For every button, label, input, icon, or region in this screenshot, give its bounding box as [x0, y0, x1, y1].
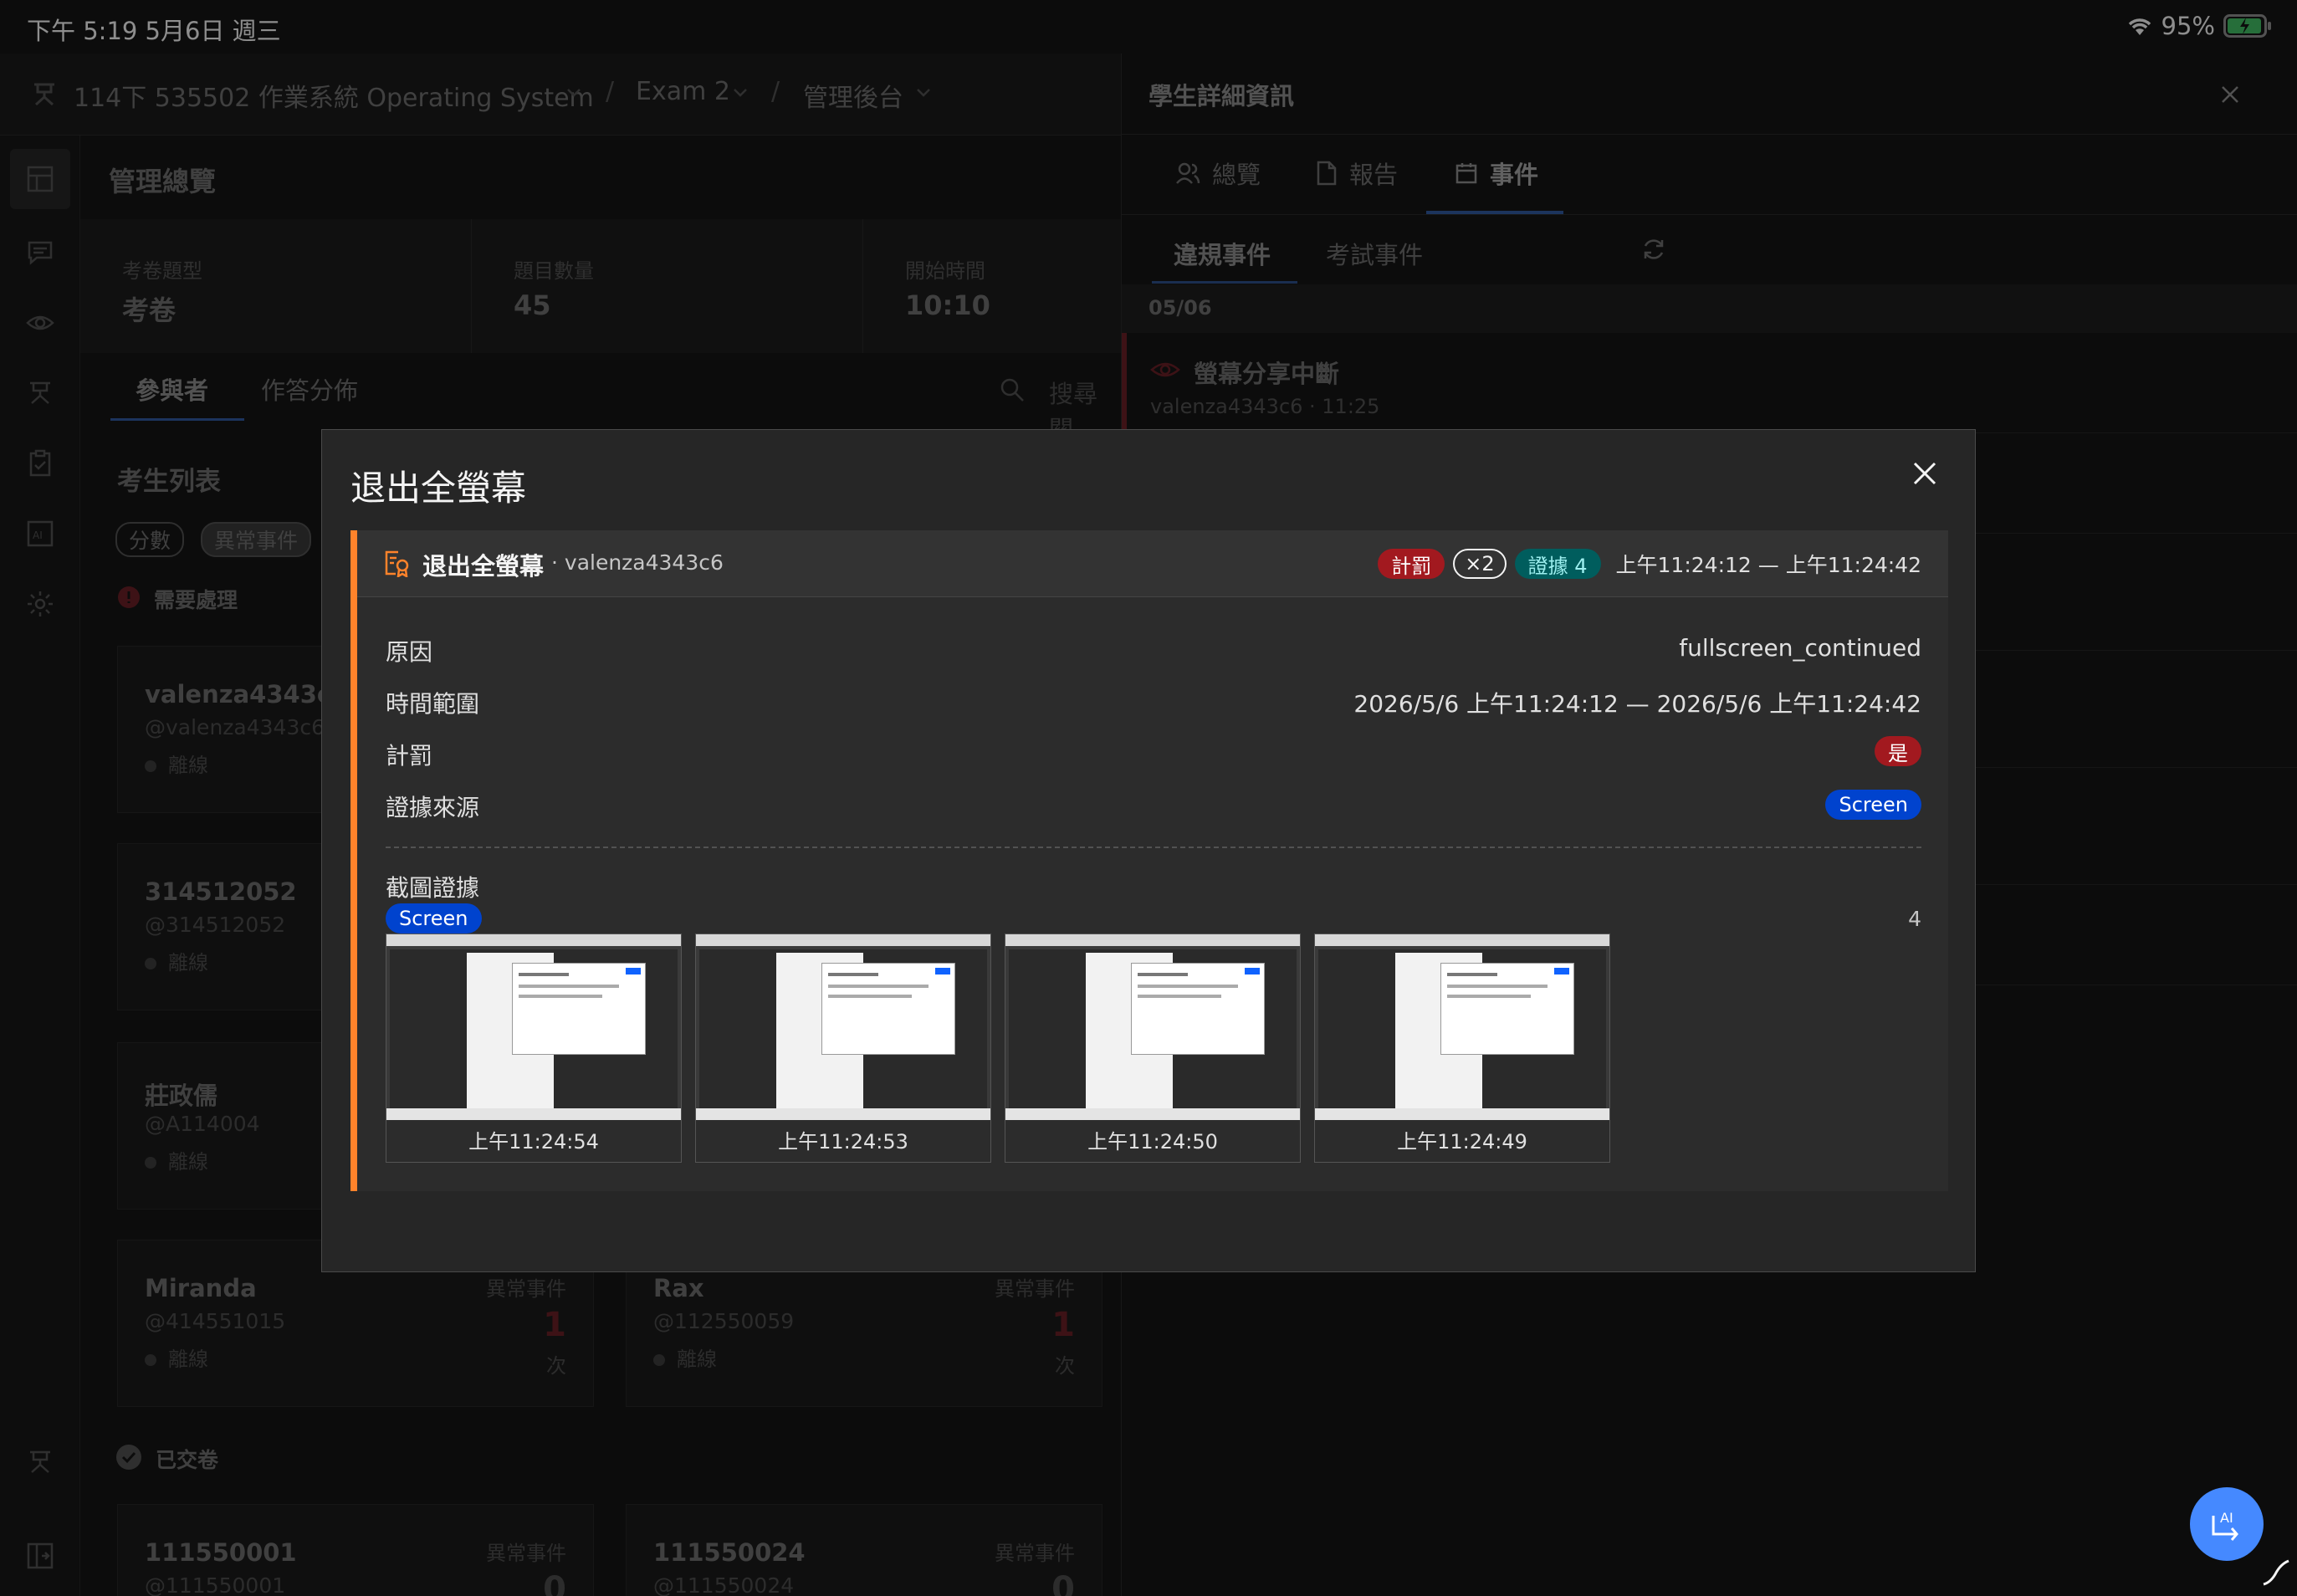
- close-icon[interactable]: [1908, 457, 1941, 490]
- screenshot-thumbnail[interactable]: 上午11:24:50: [1005, 934, 1301, 1163]
- time-range-value: 2026/5/6 上午11:24:12 — 2026/5/6 上午11:24:4…: [1353, 690, 1921, 718]
- event-title: 退出全螢幕: [422, 552, 545, 581]
- event-time-range: 上午11:24:12 — 上午11:24:42: [1615, 553, 1921, 577]
- event-user: · valenza4343c6: [551, 550, 724, 575]
- screenshot-thumbnail[interactable]: 上午11:24:54: [386, 934, 682, 1163]
- screenshots-label: 截圖證據: [386, 874, 480, 902]
- ai-assistant-button[interactable]: AI: [2190, 1487, 2264, 1561]
- event-card: 退出全螢幕 · valenza4343c6 計罰 ×2 證據 4 上午11:24…: [350, 530, 1948, 1191]
- divider: [386, 847, 1921, 848]
- count-tag: ×2: [1453, 549, 1507, 579]
- screenshot-image: [1315, 934, 1609, 1120]
- ai-assistant-icon: AI: [2212, 1510, 2238, 1541]
- screenshot-time: 上午11:24:54: [468, 1130, 599, 1154]
- reason-value: fullscreen_continued: [1679, 634, 1921, 662]
- svg-text:AI: AI: [2220, 1510, 2233, 1526]
- event-card-header: 退出全螢幕 · valenza4343c6 計罰 ×2 證據 4 上午11:24…: [357, 530, 1948, 597]
- screenshots-count: 4: [1908, 907, 1921, 931]
- screenshot-image: [1005, 934, 1300, 1120]
- penalty-value-tag: 是: [1875, 736, 1921, 766]
- screenshot-image: [696, 934, 990, 1120]
- source-tag: Screen: [1825, 790, 1921, 820]
- screenshots-source-tag: Screen: [386, 903, 482, 934]
- screenshot-time: 上午11:24:49: [1397, 1130, 1527, 1154]
- event-detail-modal: 退出全螢幕 退出全螢幕 · valenza4343c6 計罰 ×2 證據 4 上…: [321, 429, 1976, 1272]
- certificate-icon: [385, 550, 409, 577]
- screenshot-time: 上午11:24:53: [778, 1130, 908, 1154]
- scroll-indicator-icon: [2263, 1559, 2289, 1586]
- modal-title: 退出全螢幕: [350, 468, 527, 509]
- screenshot-thumbnail[interactable]: 上午11:24:49: [1314, 934, 1610, 1163]
- evidence-tag: 證據 4: [1514, 549, 1601, 579]
- screenshot-thumbnail[interactable]: 上午11:24:53: [695, 934, 991, 1163]
- screenshot-time: 上午11:24:50: [1087, 1130, 1218, 1154]
- penalty-tag: 計罰: [1378, 549, 1445, 579]
- screenshot-image: [386, 934, 681, 1120]
